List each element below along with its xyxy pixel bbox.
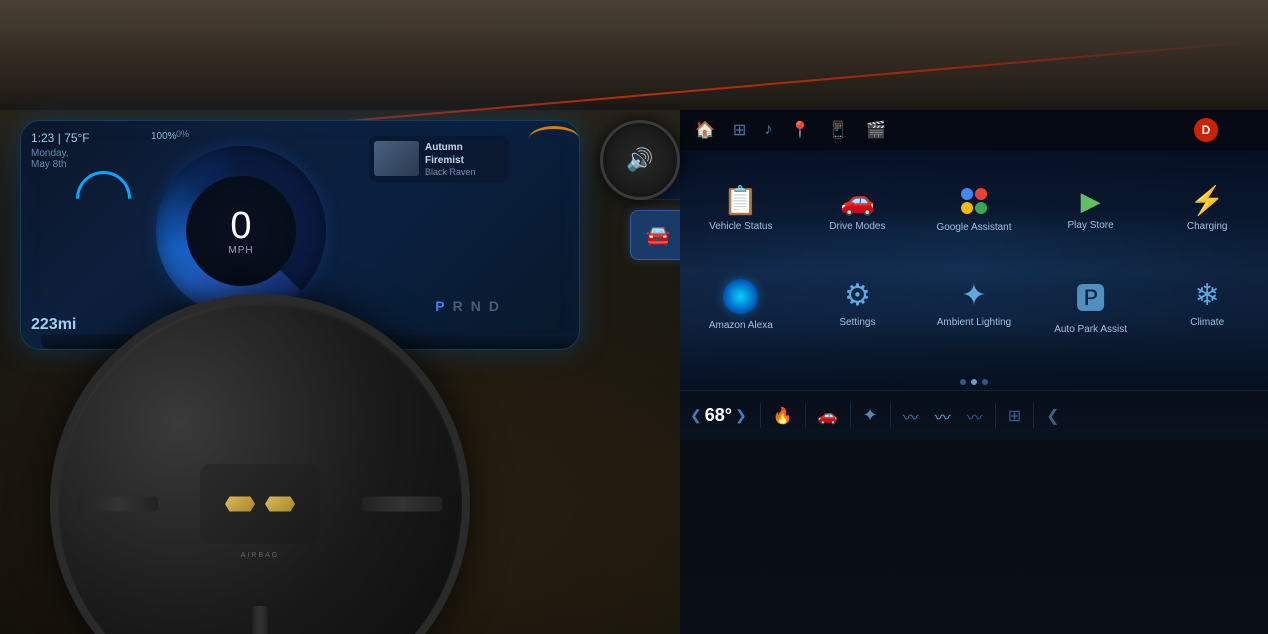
app-charging[interactable]: ⚡ Charging [1151, 165, 1263, 255]
google-green-dot [975, 202, 987, 214]
google-red-dot [975, 188, 987, 200]
climate-divider-3 [850, 403, 851, 428]
settings-label: Settings [839, 317, 875, 329]
climate-divider-1 [760, 403, 761, 428]
climate-control-bar: ❮ 68° ❯ 🔥 🚗 ✦ 〰 〰 〰 ⊞ ❮ [680, 390, 1268, 440]
car-icon: 🚘 [646, 223, 671, 248]
drive-modes-label: Drive Modes [829, 221, 885, 233]
app-vehicle-status[interactable]: 📋 Vehicle Status [685, 165, 797, 255]
drive-modes-icon: 🚗 [840, 187, 875, 215]
climate-divider-5 [995, 403, 996, 428]
app-drive-modes[interactable]: 🚗 Drive Modes [802, 165, 914, 255]
dot-2[interactable] [971, 379, 977, 385]
app-grid: 📋 Vehicle Status 🚗 Drive Modes Google As… [680, 155, 1268, 360]
charging-label: Charging [1187, 221, 1228, 233]
vehicle-status-icon: 📋 [723, 187, 758, 215]
airbag-label: AIRBAG [241, 552, 279, 559]
maps-nav-icon[interactable]: 📍 [790, 120, 810, 140]
temp-up-arrow[interactable]: ❯ [735, 407, 747, 424]
settings-icon: ⚙ [844, 281, 871, 311]
steering-wheel: AIRBAG [50, 294, 470, 634]
dot-1[interactable] [960, 379, 966, 385]
app-climate[interactable]: ❄ Climate [1151, 260, 1263, 350]
media-nav-icon[interactable]: 🎬 [866, 120, 886, 140]
spoke-bottom [253, 606, 268, 634]
dot-3[interactable] [982, 379, 988, 385]
spoke-right [362, 497, 442, 512]
app-auto-park-assist[interactable]: 🅿 Auto Park Assist [1035, 260, 1147, 350]
volume-knob[interactable]: 🔊 [600, 120, 680, 200]
volume-icon: 🔊 [626, 147, 653, 173]
chevy-bowtie-logo [225, 492, 295, 517]
scene: 1:23 | 75°F Monday, May 8th 223mi 100% 0… [0, 0, 1268, 634]
google-blue-dot [961, 188, 973, 200]
d-badge: D [1194, 118, 1218, 142]
bottom-panel [680, 440, 1268, 634]
climate-label: Climate [1190, 317, 1224, 329]
google-assistant-icon [959, 186, 989, 216]
auto-park-icon: 🅿 [1076, 274, 1106, 318]
grid-nav-icon[interactable]: ⊞ [733, 120, 746, 140]
auto-park-assist-label: Auto Park Assist [1054, 324, 1127, 336]
wave-icon-2[interactable]: 〰 [931, 402, 955, 430]
climate-divider-6 [1033, 403, 1034, 428]
ambient-lighting-icon: ✦ [961, 281, 986, 311]
back-arrow-icon[interactable]: ❮ [1042, 404, 1063, 428]
infotainment-screen: 📋 Vehicle Status 🚗 Drive Modes Google As… [680, 110, 1268, 390]
amazon-alexa-label: Amazon Alexa [709, 320, 773, 332]
charging-icon: ⚡ [1190, 187, 1225, 215]
app-settings[interactable]: ⚙ Settings [802, 260, 914, 350]
app-google-assistant[interactable]: Google Assistant [918, 165, 1030, 255]
climate-icon: ❄ [1195, 281, 1220, 311]
vent-icon[interactable]: ⊞ [1004, 404, 1025, 428]
wave-icon-3[interactable]: 〰 [963, 402, 987, 430]
wheel-center-hub: AIRBAG [200, 464, 320, 544]
temperature-value: 68° [705, 405, 732, 426]
sidebar-tab-active[interactable]: 🚘 [630, 210, 685, 260]
music-nav-icon[interactable]: ♪ [764, 121, 772, 139]
car-defrost-icon[interactable]: 🚗 [814, 404, 842, 428]
wave-icon-1[interactable]: 〰 [899, 402, 923, 430]
top-nav-bar: 🏠 ⊞ ♪ 📍 📱 🎬 D [680, 110, 1268, 150]
home-nav-icon[interactable]: 🏠 [695, 120, 715, 140]
alexa-icon [723, 279, 758, 314]
vehicle-status-label: Vehicle Status [709, 221, 772, 233]
app-play-store[interactable]: ▶ Play Store [1035, 165, 1147, 255]
app-amazon-alexa[interactable]: Amazon Alexa [685, 260, 797, 350]
wheel-outer-ring: AIRBAG [50, 294, 470, 634]
page-indicators [960, 379, 988, 385]
phone-nav-icon[interactable]: 📱 [828, 120, 848, 140]
climate-divider-4 [890, 403, 891, 428]
heat-icon[interactable]: 🔥 [769, 404, 797, 428]
climate-divider-2 [805, 403, 806, 428]
google-assistant-label: Google Assistant [936, 222, 1011, 234]
play-store-label: Play Store [1068, 220, 1114, 232]
spoke-left [78, 497, 158, 512]
temp-down-arrow[interactable]: ❮ [690, 407, 702, 424]
google-yellow-dot [961, 202, 973, 214]
fan-icon[interactable]: ✦ [859, 403, 882, 428]
ambient-lighting-label: Ambient Lighting [937, 317, 1012, 329]
temperature-display: ❮ 68° ❯ [690, 405, 747, 426]
steering-wheel-area: AIRBAG [0, 0, 620, 634]
play-store-icon: ▶ [1081, 188, 1101, 214]
app-ambient-lighting[interactable]: ✦ Ambient Lighting [918, 260, 1030, 350]
